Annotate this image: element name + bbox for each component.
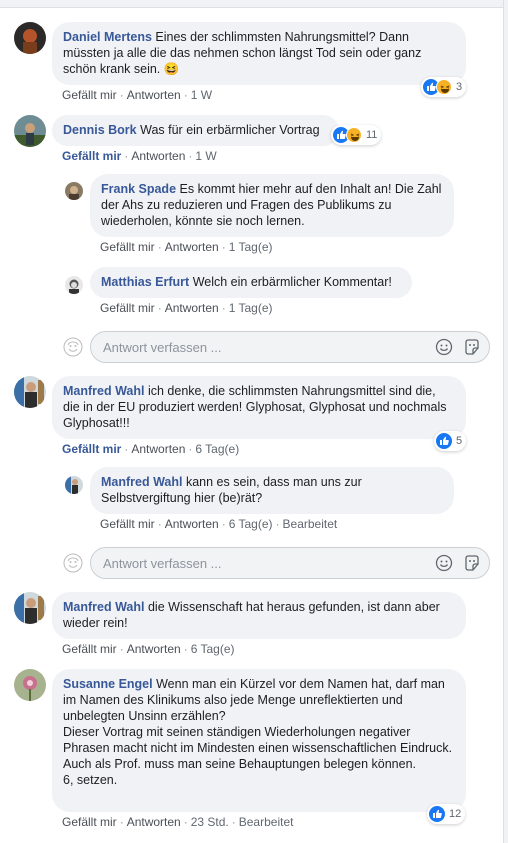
comment-actions: Gefällt mir · Antworten · 1 W [62, 88, 213, 102]
author-name[interactable]: Manfred Wahl [63, 384, 144, 398]
comment-actions: Gefällt mir · Antworten · 6 Tag(e) [62, 442, 240, 456]
reply-link[interactable]: Antworten [165, 240, 219, 254]
author-name[interactable]: Susanne Engel [63, 677, 153, 691]
comment-bubble: Daniel Mertens Eines der schlimmsten Nah… [52, 22, 466, 85]
reply-actions: Gefällt mir · Antworten · 1 Tag(e) [100, 301, 273, 315]
avatar[interactable] [65, 182, 83, 200]
reply-bubble: Manfred Wahl kann es sein, dass man uns … [90, 467, 454, 514]
author-name[interactable]: Daniel Mertens [63, 30, 152, 44]
like-link[interactable]: Gefällt mir [62, 815, 117, 829]
comment-actions: Gefällt mir · Antworten · 6 Tag(e) [62, 642, 235, 656]
emoji-icon[interactable] [435, 554, 453, 572]
like-link[interactable]: Gefällt mir [100, 301, 155, 315]
timestamp[interactable]: 1 W [191, 88, 212, 102]
reply-input[interactable] [101, 339, 381, 356]
scrollbar-track[interactable] [503, 0, 508, 843]
like-reaction-icon [429, 806, 445, 822]
avatar[interactable] [14, 22, 46, 54]
reply-link[interactable]: Antworten [127, 88, 181, 102]
comment-bubble: Manfred Wahl ich denke, die schlimmsten … [52, 376, 466, 439]
haha-reaction-icon [346, 127, 362, 143]
reply-composer[interactable] [90, 331, 490, 363]
reply-link[interactable]: Antworten [165, 301, 219, 315]
timestamp[interactable]: 1 W [195, 149, 216, 163]
reaction-summary[interactable]: 12 [427, 804, 466, 824]
reaction-summary[interactable]: 3 [421, 77, 467, 97]
comment-actions: Gefällt mir · Antworten · 23 Std. · Bearbeitet [62, 815, 294, 829]
author-name[interactable]: Manfred Wahl [101, 475, 182, 489]
like-reaction-icon [436, 433, 452, 449]
reaction-summary[interactable]: 11 [331, 125, 382, 145]
avatar[interactable] [65, 276, 83, 294]
emoji-icon[interactable] [435, 338, 453, 356]
reaction-summary[interactable]: 5 [434, 431, 467, 451]
avatar[interactable] [14, 376, 46, 408]
timestamp[interactable]: 1 Tag(e) [229, 240, 273, 254]
avatar[interactable] [14, 669, 46, 701]
like-link[interactable]: Gefällt mir [62, 149, 121, 163]
timestamp[interactable]: 1 Tag(e) [229, 301, 273, 315]
reaction-count: 5 [456, 435, 463, 447]
author-name[interactable]: Manfred Wahl [63, 600, 144, 614]
author-name[interactable]: Frank Spade [101, 182, 176, 196]
comment-actions: Gefällt mir · Antworten · 1 W [62, 149, 217, 163]
reaction-count: 3 [456, 81, 463, 93]
reply-link[interactable]: Antworten [131, 149, 185, 163]
timestamp[interactable]: 23 Std. [191, 815, 229, 829]
author-name[interactable]: Matthias Erfurt [101, 275, 189, 289]
reply-actions: Gefällt mir · Antworten · 6 Tag(e) · Bearbeite… [100, 517, 338, 531]
comment-text-line: Dieser Vortrag mit seinen ständigen Wied… [63, 725, 453, 771]
reply-composer[interactable] [90, 547, 490, 579]
author-name[interactable]: Dennis Bork [63, 123, 137, 137]
reply-link[interactable]: Antworten [165, 517, 219, 531]
edited-label[interactable]: Bearbeitet [239, 815, 294, 829]
comment-bubble: Susanne Engel Wenn man ein Kürzel vor de… [52, 669, 466, 812]
comment-text: Welch ein erbärmlicher Kommentar! [192, 275, 392, 289]
reply-link[interactable]: Antworten [127, 815, 181, 829]
avatar[interactable] [14, 592, 46, 624]
reply-bubble: Matthias Erfurt Welch ein erbärmlicher K… [90, 267, 412, 298]
timestamp[interactable]: 6 Tag(e) [229, 517, 273, 531]
avatar[interactable] [14, 115, 46, 147]
like-link[interactable]: Gefällt mir [62, 642, 117, 656]
like-link[interactable]: Gefällt mir [100, 240, 155, 254]
reaction-count: 12 [449, 808, 462, 820]
timestamp[interactable]: 6 Tag(e) [195, 442, 239, 456]
reply-link[interactable]: Antworten [127, 642, 181, 656]
edited-label[interactable]: Bearbeitet [283, 517, 338, 531]
reaction-count: 11 [366, 129, 378, 141]
reply-input[interactable] [101, 555, 381, 572]
comment-bubble: Dennis Bork Was für ein erbärmlicher Vor… [52, 115, 339, 146]
comment-bubble: Manfred Wahl die Wissenschaft hat heraus… [52, 592, 466, 639]
like-link[interactable]: Gefällt mir [62, 88, 117, 102]
top-divider [0, 0, 508, 8]
comment-text-line: 6, setzen. [63, 773, 118, 787]
avatar[interactable] [65, 476, 83, 494]
comment-text: Was für ein erbärmlicher Vortrag [140, 123, 320, 137]
sticker-icon[interactable] [463, 554, 481, 572]
current-user-avatar-icon [63, 553, 83, 573]
reply-bubble: Frank Spade Es kommt hier mehr auf den I… [90, 174, 454, 237]
reply-link[interactable]: Antworten [131, 442, 185, 456]
reply-actions: Gefällt mir · Antworten · 1 Tag(e) [100, 240, 273, 254]
haha-reaction-icon [436, 79, 452, 95]
current-user-avatar-icon [63, 337, 83, 357]
like-link[interactable]: Gefällt mir [100, 517, 155, 531]
like-link[interactable]: Gefällt mir [62, 442, 121, 456]
timestamp[interactable]: 6 Tag(e) [191, 642, 235, 656]
sticker-icon[interactable] [463, 338, 481, 356]
